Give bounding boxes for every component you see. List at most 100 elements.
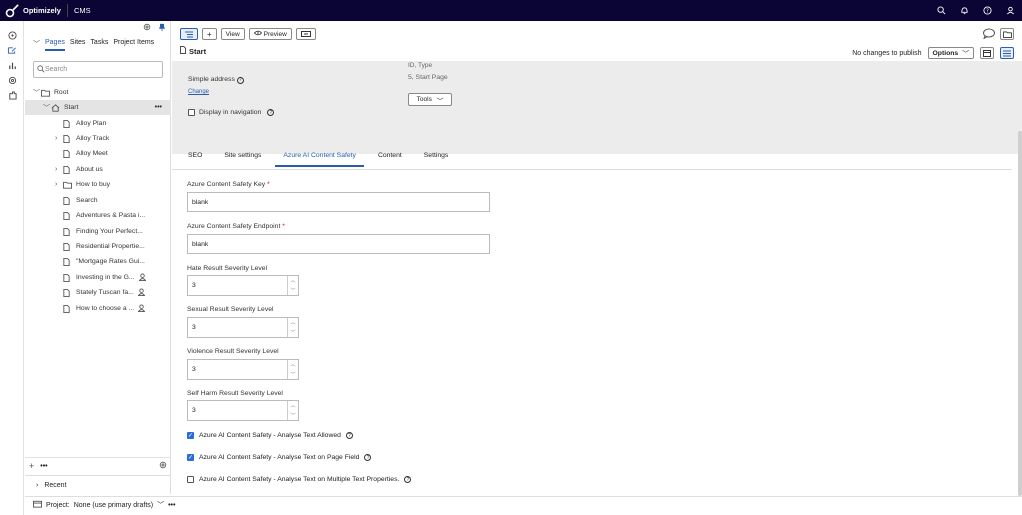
tree-node-mortgage[interactable]: "Mortgage Rates Gui... xyxy=(63,254,145,269)
chevron-down-icon[interactable]: ﹀ xyxy=(290,287,295,294)
tree-node-root[interactable]: ﹀ Root xyxy=(33,85,68,100)
change-link[interactable]: Change xyxy=(188,89,209,95)
tree-search-input[interactable]: Search xyxy=(33,61,163,78)
chevron-up-icon[interactable]: ︿ xyxy=(290,402,295,409)
tree-node-alloy-meet[interactable]: Alloy Meet xyxy=(63,146,108,161)
selfharm-severity-stepper[interactable]: 3 ︿ ﹀ xyxy=(187,400,299,421)
all-properties-button[interactable] xyxy=(1000,47,1014,59)
help-icon[interactable]: ? xyxy=(236,76,244,84)
settings-icon[interactable] xyxy=(143,23,151,34)
add-icon[interactable]: + xyxy=(29,461,34,471)
tree-node-how-to-buy[interactable]: › How to buy xyxy=(55,177,110,192)
chevron-down-icon[interactable]: ﹀ xyxy=(157,500,164,510)
help-icon[interactable]: ? xyxy=(267,109,275,116)
tree-node-residential[interactable]: Residential Propertie... xyxy=(63,239,145,254)
more-options-icon[interactable]: ••• xyxy=(155,104,162,111)
tab-settings[interactable]: Settings xyxy=(416,148,457,167)
tab-azure-ai-content-safety[interactable]: Azure AI Content Safety xyxy=(275,148,364,167)
addons-icon[interactable] xyxy=(0,88,24,102)
analyse-page-field-checkbox[interactable]: ✓ xyxy=(187,454,194,461)
chevron-right-icon[interactable]: › xyxy=(55,181,63,188)
tab-content[interactable]: Content xyxy=(370,148,410,167)
user-icon[interactable] xyxy=(1004,4,1016,16)
tab-sites[interactable]: Sites xyxy=(70,39,86,49)
analyse-text-allowed-checkbox[interactable]: ✓ xyxy=(187,432,194,439)
recent-panel[interactable]: › Recent xyxy=(25,475,171,494)
stepper-arrows[interactable]: ︿ ﹀ xyxy=(287,276,298,295)
azure-key-input[interactable]: blank xyxy=(187,192,490,212)
vertical-scrollbar[interactable] xyxy=(1018,131,1022,496)
chevron-down-icon[interactable]: ﹀ xyxy=(33,88,41,98)
brand-logo[interactable]: Optimizely xyxy=(0,3,61,19)
tree-node-about-us[interactable]: › About us xyxy=(55,162,103,177)
project-select[interactable]: None (use primary drafts) xyxy=(74,502,153,509)
topbar-divider xyxy=(66,4,68,17)
analyse-page-field-row[interactable]: ✓ Azure AI Content Safety - Analyse Text… xyxy=(187,454,372,461)
stepper-arrows[interactable]: ︿ ﹀ xyxy=(287,401,298,420)
view-button[interactable]: View xyxy=(220,28,245,40)
home-icon[interactable] xyxy=(0,28,24,42)
device-preview-button[interactable] xyxy=(295,28,316,40)
tree-node-alloy-track[interactable]: › Alloy Track xyxy=(55,131,109,146)
tree-node-finding[interactable]: Finding Your Perfect... xyxy=(63,224,143,239)
hate-severity-stepper[interactable]: 3 ︿ ﹀ xyxy=(187,275,299,296)
display-in-nav-checkbox[interactable] xyxy=(188,109,195,116)
chevron-right-icon[interactable]: › xyxy=(55,166,63,173)
tab-seo[interactable]: SEO xyxy=(180,148,210,167)
help-icon[interactable]: ? xyxy=(404,476,412,483)
tree-node-stately[interactable]: Stately Tuscan fa... xyxy=(63,285,146,300)
chevron-down-icon[interactable]: ﹀ xyxy=(290,329,295,336)
chevron-up-icon[interactable]: ︿ xyxy=(290,361,295,368)
stepper-arrows[interactable]: ︿ ﹀ xyxy=(287,360,298,379)
display-in-nav-row[interactable]: Display in navigation ? xyxy=(188,109,275,116)
help-icon[interactable]: ? xyxy=(981,4,993,16)
add-button[interactable]: + xyxy=(202,28,217,40)
analyse-multiple-checkbox[interactable] xyxy=(187,476,194,483)
tree-node-start[interactable]: ﹀ Start ••• xyxy=(25,100,171,115)
bell-icon[interactable] xyxy=(958,4,970,16)
reports-icon[interactable] xyxy=(0,58,24,72)
settings-icon[interactable] xyxy=(159,461,167,471)
preview-button[interactable]: Preview xyxy=(248,28,292,40)
sexual-label: Sexual Result Severity Level xyxy=(187,306,274,313)
collapse-chevron-icon[interactable]: ﹀ xyxy=(33,39,40,52)
tab-pages[interactable]: Pages xyxy=(45,39,65,51)
comments-icon[interactable] xyxy=(982,28,995,41)
help-icon[interactable]: ? xyxy=(345,432,353,439)
stepper-arrows[interactable]: ︿ ﹀ xyxy=(287,318,298,337)
tools-label: Tools xyxy=(416,96,432,103)
chevron-up-icon[interactable]: ︿ xyxy=(290,319,295,326)
tree-node-alloy-plan[interactable]: Alloy Plan xyxy=(63,116,106,131)
tools-dropdown[interactable]: Tools ﹀ xyxy=(408,93,452,106)
tab-project-items[interactable]: Project Items xyxy=(113,39,154,49)
chevron-down-icon[interactable]: ﹀ xyxy=(290,412,295,419)
tab-site-settings[interactable]: Site settings xyxy=(216,148,269,167)
pin-icon[interactable] xyxy=(158,23,166,34)
app-name[interactable]: CMS xyxy=(74,6,91,15)
help-icon[interactable]: ? xyxy=(364,454,372,461)
tree-node-investing[interactable]: Investing in the G... xyxy=(63,270,147,285)
options-button[interactable]: Options ﹀ xyxy=(927,47,974,59)
azure-endpoint-input[interactable]: blank xyxy=(187,234,490,254)
tree-node-how-to-choose[interactable]: How to choose a ... xyxy=(63,301,146,316)
chevron-up-icon[interactable]: ︿ xyxy=(290,277,295,284)
assets-panel-button[interactable] xyxy=(1000,28,1014,40)
chevron-down-icon[interactable]: ﹀ xyxy=(290,371,295,378)
chevron-down-icon[interactable]: ﹀ xyxy=(43,103,51,113)
violence-severity-stepper[interactable]: 3 ︿ ﹀ xyxy=(187,359,299,380)
on-page-edit-button[interactable] xyxy=(980,47,994,59)
toggle-tree-button[interactable] xyxy=(180,28,198,40)
analyse-multiple-row[interactable]: Azure AI Content Safety - Analyse Text o… xyxy=(187,476,412,483)
more-options-icon[interactable]: ••• xyxy=(168,502,175,509)
settings-icon[interactable] xyxy=(0,73,24,87)
more-options-icon[interactable]: ••• xyxy=(40,463,47,470)
tree-node-search[interactable]: Search xyxy=(63,193,98,208)
chevron-right-icon[interactable]: › xyxy=(55,135,63,142)
tab-tasks[interactable]: Tasks xyxy=(90,39,108,49)
search-icon[interactable] xyxy=(935,4,947,16)
id-type-value: 5, Start Page xyxy=(408,74,448,81)
sexual-severity-stepper[interactable]: 3 ︿ ﹀ xyxy=(187,317,299,338)
tree-node-adventures[interactable]: Adventures & Pasta i... xyxy=(63,208,145,223)
edit-icon[interactable] xyxy=(0,43,24,57)
analyse-text-allowed-row[interactable]: ✓ Azure AI Content Safety - Analyse Text… xyxy=(187,432,353,439)
